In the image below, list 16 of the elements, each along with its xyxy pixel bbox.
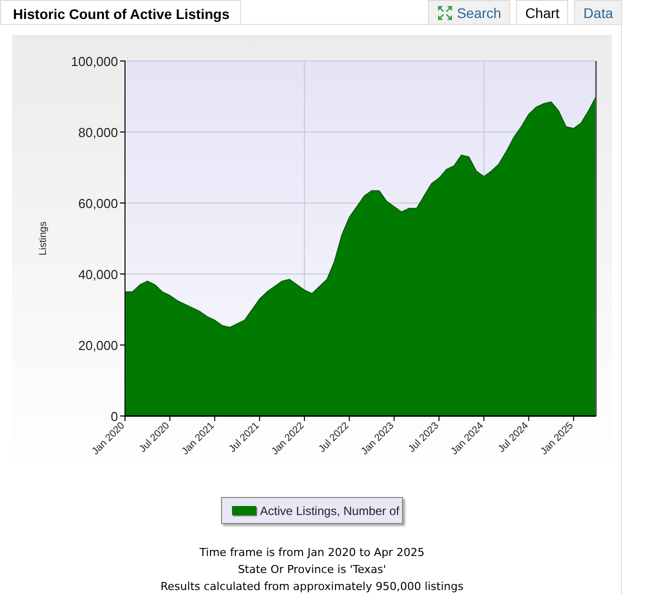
summary-note: State Or Province is 'Texas'	[238, 563, 386, 576]
panel-title: Historic Count of Active Listings	[0, 0, 241, 24]
y-axis-title: Listings	[38, 222, 49, 256]
summary-note: Results calculated from approximately 950,000 listings	[160, 580, 464, 593]
y-tick-label: 100,000	[71, 54, 118, 69]
y-tick-label: 0	[110, 409, 118, 424]
summary-note: Time frame is from Jan 2020 to Apr 2025	[200, 546, 424, 559]
tab[interactable]: Chart	[516, 0, 568, 24]
tab[interactable]: Search	[428, 0, 510, 24]
tab[interactable]: Data	[574, 0, 622, 24]
y-tick-label: 20,000	[78, 338, 118, 353]
y-tick-label: 40,000	[78, 267, 118, 282]
expand-icon	[436, 5, 453, 21]
legend-label: Active Listings, Number of	[260, 502, 400, 520]
y-tick-label: 60,000	[78, 196, 118, 211]
y-tick-label: 80,000	[78, 125, 118, 140]
